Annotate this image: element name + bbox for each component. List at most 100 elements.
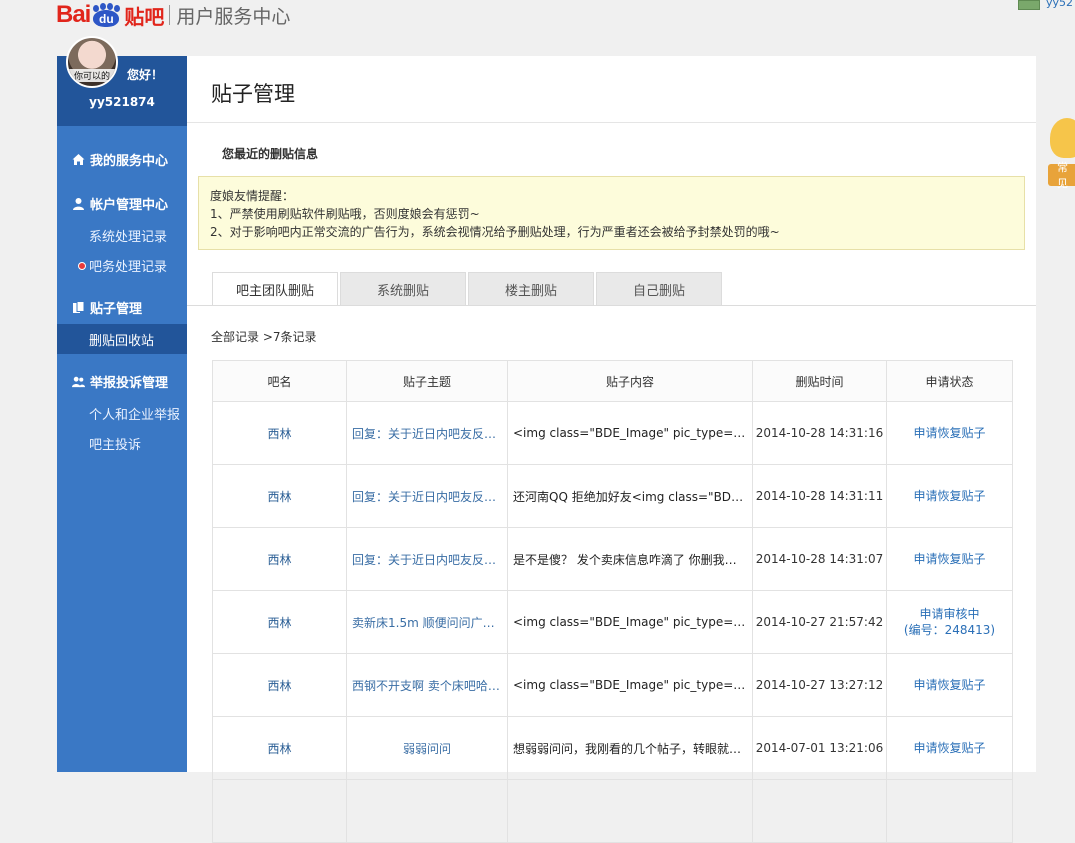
sidebar: 你可以的 您好！ yy521874 我的服务中心 帐户管理中心 系统处理记录 吧…: [57, 36, 187, 772]
sidebar-item-label: 删贴回收站: [89, 333, 155, 349]
section-subtitle: 您最近的删贴信息: [222, 147, 319, 161]
topic-link[interactable]: 回复：关于近日内吧友反映…: [346, 401, 508, 465]
column-header: 删贴时间: [752, 360, 887, 402]
request-restore-link[interactable]: 申请恢复贴子: [886, 527, 1013, 591]
users-icon: [72, 375, 85, 388]
status-text[interactable]: 申请恢复贴子: [913, 489, 985, 503]
user-icon: [72, 197, 85, 210]
tab-system-deletions[interactable]: 系统删贴: [340, 272, 466, 305]
status-cell[interactable]: [886, 779, 1013, 843]
topic-link[interactable]: 弱弱问问: [346, 716, 508, 780]
topic-link[interactable]: 西钢不开支啊 卖个床吧哈哈…: [346, 653, 508, 717]
status-text[interactable]: 申请恢复贴子: [913, 552, 985, 566]
sidebar-item-owner-complaint[interactable]: 吧主投诉: [57, 428, 187, 458]
delete-time: 2014-07-01 13:21:06: [752, 716, 887, 780]
topic-link[interactable]: [346, 779, 508, 843]
table-row: [212, 779, 1013, 843]
notification-dot-icon: [78, 262, 86, 270]
baidu-tieba-logo[interactable]: Bai du 贴吧 用户服务中心: [56, 0, 290, 30]
sidebar-item-label: 系统处理记录: [89, 229, 168, 245]
post-content: <img class="BDE_Image" pic_type="0" widt…: [507, 401, 753, 465]
sidebar-item-label: 吧主投诉: [89, 437, 142, 453]
delete-time: 2014-10-28 14:31:11: [752, 464, 887, 528]
divider: [187, 122, 1036, 123]
deleted-posts-table: 吧名 贴子主题 贴子内容 删贴时间 申请状态 西林 回复：关于近日内吧友反映… …: [212, 360, 1013, 843]
bar-name-link[interactable]: 西林: [212, 464, 347, 528]
sidebar-item-report-manage[interactable]: 举报投诉管理: [57, 364, 187, 398]
sidebar-item-system-records[interactable]: 系统处理记录: [57, 220, 187, 250]
table-row: 西林 卖新床1.5m 顺便问问广告费… <img class="BDE_Imag…: [212, 590, 1013, 654]
bar-name-link[interactable]: 西林: [212, 716, 347, 780]
top-right-user[interactable]: yy52: [1018, 0, 1073, 10]
logo-du-text: du: [99, 12, 114, 26]
table-header-row: 吧名 贴子主题 贴子内容 删贴时间 申请状态: [212, 360, 1013, 402]
sidebar-item-bar-records[interactable]: 吧务处理记录: [57, 250, 187, 280]
column-header: 吧名: [212, 360, 347, 402]
sidebar-item-post-manage[interactable]: 贴子管理: [57, 290, 187, 324]
status-text[interactable]: 申请恢复贴子: [913, 741, 985, 755]
user-thumbnail-icon: [1018, 0, 1040, 10]
page-title: 贴子管理: [211, 82, 295, 106]
post-content: <img class="BDE_Image" pic_type="0" widt…: [507, 590, 753, 654]
tab-divider: [187, 305, 1036, 306]
notice-box: 度娘友情提醒： 1、严禁使用刷贴软件刷贴哦，否则度娘会有惩罚~ 2、对于影响吧内…: [198, 176, 1025, 250]
request-restore-link[interactable]: 申请恢复贴子: [886, 464, 1013, 528]
username[interactable]: yy521874: [57, 95, 187, 109]
tab-team-deletions[interactable]: 吧主团队删贴: [212, 272, 338, 306]
topic-link[interactable]: 回复：关于近日内吧友反映…: [346, 527, 508, 591]
sidebar-item-label: 举报投诉管理: [90, 375, 169, 391]
bar-name-link[interactable]: 西林: [212, 401, 347, 465]
delete-time: [752, 779, 887, 843]
sidebar-user-panel: 你可以的 您好！ yy521874: [57, 36, 187, 126]
main-panel: 贴子管理 您最近的删贴信息 度娘友情提醒： 1、严禁使用刷贴软件刷贴哦，否则度娘…: [187, 56, 1036, 843]
records-count: 全部记录 >7条记录: [211, 330, 317, 344]
table-row: 西林 回复：关于近日内吧友反映… 还河南QQ 拒绝加好友<img class="…: [212, 464, 1013, 528]
avatar[interactable]: 你可以的: [66, 36, 118, 88]
request-restore-link[interactable]: 申请恢复贴子: [886, 653, 1013, 717]
sidebar-item-label: 我的服务中心: [90, 153, 169, 169]
request-restore-link[interactable]: 申请恢复贴子: [886, 401, 1013, 465]
post-content: 还河南QQ 拒绝加好友<img class="BDE_Smiley": [507, 464, 753, 528]
logo-tieba-text: 贴吧: [124, 4, 165, 29]
top-right-username[interactable]: yy52: [1046, 0, 1073, 9]
bar-name-link[interactable]: [212, 779, 347, 843]
column-header: 申请状态: [886, 360, 1013, 402]
table-row: 西林 回复：关于近日内吧友反映… <img class="BDE_Image" …: [212, 401, 1013, 465]
status-ticket-number: (编号：248413): [903, 623, 996, 637]
post-content: <img class="BDE_Image" pic_type="0" widt…: [507, 653, 753, 717]
table-row: 西林 弱弱问问 想弱弱问问，我刚看的几个帖子，转眼就没了 2014-07-01 …: [212, 716, 1013, 780]
status-text[interactable]: 申请恢复贴子: [913, 426, 985, 440]
logo-divider: [169, 5, 171, 25]
table-row: 西林 西钢不开支啊 卖个床吧哈哈… <img class="BDE_Image"…: [212, 653, 1013, 717]
tab-bar: 吧主团队删贴 系统删贴 楼主删贴 自己删贴: [212, 272, 724, 306]
floating-help-badge[interactable]: 常见: [1048, 118, 1075, 190]
review-status: 申请审核中 (编号：248413): [886, 590, 1013, 654]
logo-bai-text: Bai: [56, 1, 91, 28]
sidebar-item-my-service[interactable]: 我的服务中心: [57, 142, 187, 176]
delete-time: 2014-10-28 14:31:07: [752, 527, 887, 591]
tab-op-deletions[interactable]: 楼主删贴: [468, 272, 594, 305]
sidebar-item-label: 个人和企业举报: [89, 407, 181, 423]
status-text: 申请审核中: [919, 607, 980, 621]
topic-link[interactable]: 回复：关于近日内吧友反映…: [346, 464, 508, 528]
delete-time: 2014-10-28 14:31:16: [752, 401, 887, 465]
tab-self-deletions[interactable]: 自己删贴: [596, 272, 722, 305]
topic-link[interactable]: 卖新床1.5m 顺便问问广告费…: [346, 590, 508, 654]
document-icon: [72, 300, 85, 314]
notice-line: 1、严禁使用刷贴软件刷贴哦，否则度娘会有惩罚~: [210, 207, 480, 221]
bar-name-link[interactable]: 西林: [212, 590, 347, 654]
sidebar-item-recycle-bin[interactable]: 删贴回收站: [57, 324, 187, 354]
home-icon: [72, 153, 85, 166]
sidebar-item-label: 贴子管理: [90, 301, 143, 317]
header-subtitle: 用户服务中心: [176, 5, 291, 28]
bar-name-link[interactable]: 西林: [212, 527, 347, 591]
post-content: [507, 779, 753, 843]
bar-name-link[interactable]: 西林: [212, 653, 347, 717]
request-restore-link[interactable]: 申请恢复贴子: [886, 716, 1013, 780]
sidebar-item-account[interactable]: 帐户管理中心: [57, 186, 187, 220]
column-header: 贴子内容: [507, 360, 753, 402]
greeting: 您好！: [127, 68, 164, 82]
sidebar-item-personal-report[interactable]: 个人和企业举报: [57, 398, 187, 428]
status-text[interactable]: 申请恢复贴子: [913, 678, 985, 692]
help-label[interactable]: 常见: [1048, 161, 1075, 190]
